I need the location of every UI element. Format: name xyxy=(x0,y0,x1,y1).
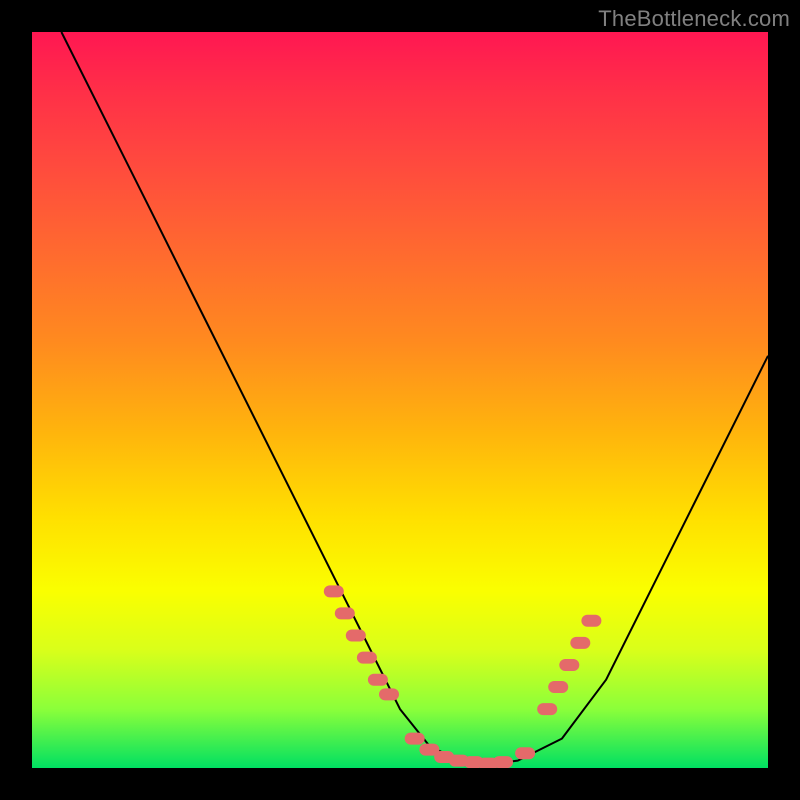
bottleneck-curve xyxy=(61,32,768,764)
plot-area xyxy=(32,32,768,768)
marker-dot xyxy=(537,703,557,715)
marker-dot xyxy=(379,688,399,700)
marker-dot xyxy=(405,733,425,745)
marker-dot xyxy=(335,607,355,619)
chart-frame: TheBottleneck.com xyxy=(0,0,800,800)
marker-dot xyxy=(548,681,568,693)
watermark-text: TheBottleneck.com xyxy=(598,6,790,32)
marker-dot xyxy=(515,747,535,759)
marker-dot xyxy=(324,585,344,597)
marker-dot xyxy=(368,674,388,686)
marker-dot xyxy=(346,630,366,642)
marker-dot xyxy=(493,756,513,768)
marker-dot xyxy=(357,652,377,664)
chart-svg xyxy=(32,32,768,768)
marker-dot xyxy=(559,659,579,671)
marker-dot xyxy=(581,615,601,627)
marker-dot xyxy=(570,637,590,649)
